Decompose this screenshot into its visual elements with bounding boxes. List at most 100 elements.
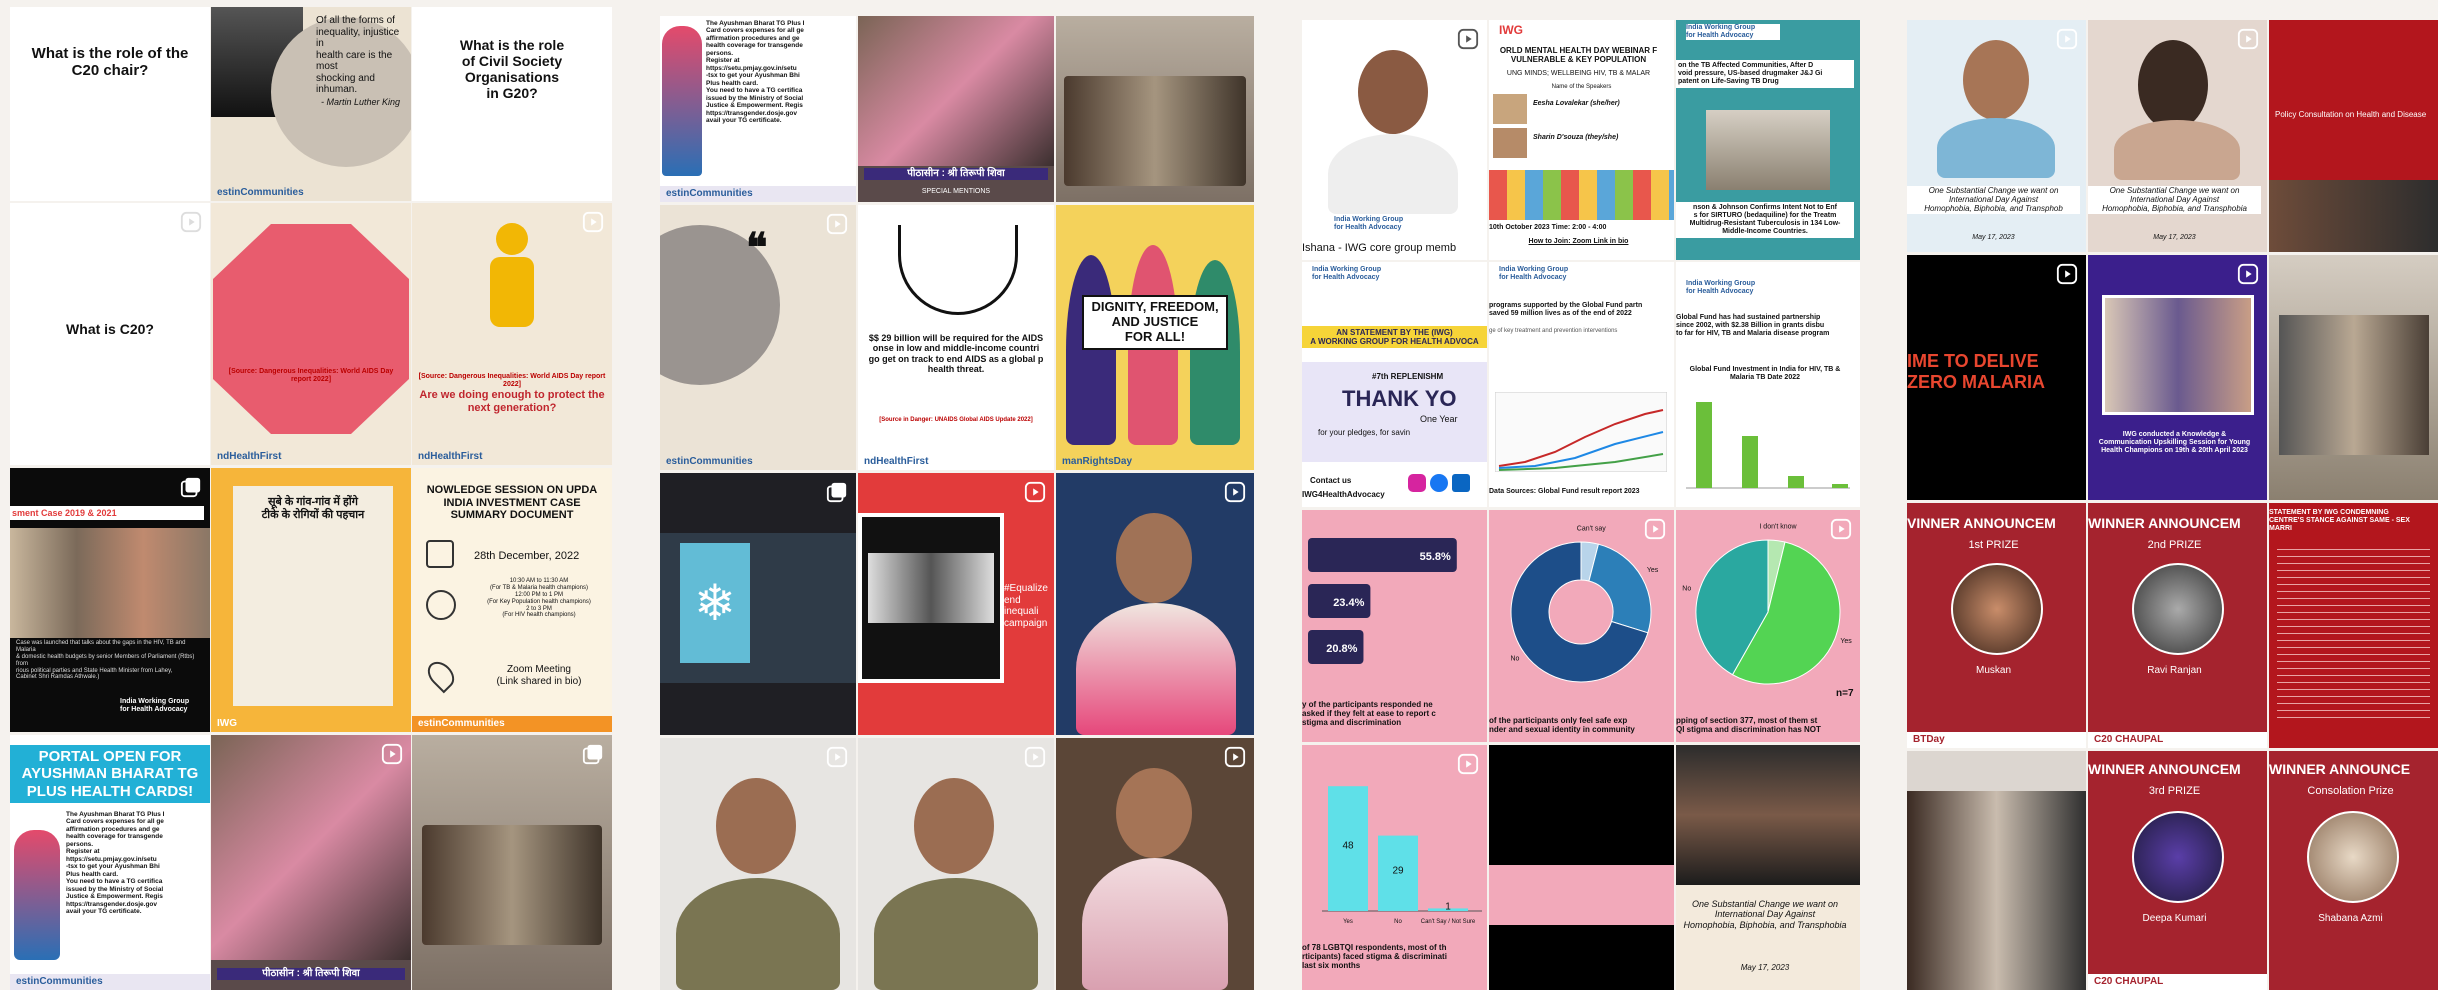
post-tile[interactable]: WINNER ANNOUNCE Consolation Prize Shaban… xyxy=(2269,751,2438,990)
org-name: India Working Group for Health Advocacy xyxy=(1334,216,1404,232)
video-still xyxy=(868,553,994,623)
post-tile[interactable] xyxy=(858,738,1054,990)
speaker-head xyxy=(1963,40,2029,120)
post-tile[interactable]: IME TO DELIVE ZERO MALARIA xyxy=(1907,255,2086,500)
post-tile[interactable] xyxy=(2269,255,2438,500)
winner-photo xyxy=(2307,811,2399,903)
event-heading: ORLD MENTAL HEALTH DAY WEBINAR F VULNERA… xyxy=(1499,46,1658,65)
quote-date: May 17, 2023 xyxy=(2153,234,2196,241)
post-tile[interactable]: STATEMENT BY IWG CONDEMNING CENTRE'S STA… xyxy=(2269,503,2438,748)
speaker-photo xyxy=(211,735,411,960)
post-tile[interactable]: What is the role of Civil Society Organi… xyxy=(412,7,612,201)
post-tile[interactable]: One Substantial Change we want on Intern… xyxy=(1907,20,2086,252)
reel-icon xyxy=(2056,28,2078,50)
prize-label: 2nd PRIZE xyxy=(2147,539,2202,551)
footer-strip: manRightsDay xyxy=(1062,456,1133,467)
post-tile[interactable]: VINNER ANNOUNCEM 1st PRIZE Muskan BTDay xyxy=(1907,503,2086,748)
speaker-photo xyxy=(1676,745,1860,885)
reel-icon xyxy=(1830,518,1852,540)
org-name: IWG xyxy=(1499,23,1523,37)
post-tile[interactable]: WINNER ANNOUNCEM 3rd PRIZE Deepa Kumari … xyxy=(2088,751,2267,990)
post-tile[interactable]: The Ayushman Bharat TG Plus I Card cover… xyxy=(660,16,856,202)
post-tile[interactable]: Can't say Yes No of the participants only … xyxy=(1489,510,1674,742)
event-subheading: UNG MINDS; WELLBEING HIV, TB & MALAR xyxy=(1506,70,1651,77)
post-tile[interactable]: पीठासीन : श्री तिरूपी शिवा xyxy=(211,735,411,990)
speaker-head xyxy=(2138,40,2208,130)
post-text: $$ 29 billion will be required for the A… xyxy=(868,333,1044,375)
post-tile[interactable] xyxy=(660,738,856,990)
post-tile[interactable]: What is the role of the C20 chair? xyxy=(10,7,210,201)
replenishment-label: #7th REPLENISHM xyxy=(1372,372,1444,381)
post-tile[interactable]: ❝ estinCommunities xyxy=(660,205,856,470)
post-tile[interactable] xyxy=(1489,745,1674,990)
survey-pie-chart: I don't know Yes No xyxy=(1682,524,1852,685)
data-label: 29 xyxy=(1392,865,1404,876)
slice-label: I don't know xyxy=(1759,524,1797,531)
post-tile[interactable]: सूबे के गांव-गांव में होंगे टीके के रोगि… xyxy=(211,468,411,732)
reel-icon xyxy=(381,743,403,765)
post-tile[interactable]: DIGNITY, FREEDOM, AND JUSTICE FOR ALL! m… xyxy=(1056,205,1254,470)
post-tile[interactable] xyxy=(1907,751,2086,990)
source-text: [Source: Dangerous Inequalities: World A… xyxy=(228,368,394,384)
post-tile[interactable]: India Working Group for Health Advocacy … xyxy=(1489,262,1674,507)
post-tile[interactable]: PORTAL OPEN FOR AYUSHMAN BHARAT TG PLUS … xyxy=(10,735,210,990)
post-tile[interactable]: IWG ORLD MENTAL HEALTH DAY WEBINAR F VUL… xyxy=(1489,20,1674,260)
post-tile[interactable] xyxy=(412,735,612,990)
meeting-photo xyxy=(2279,315,2429,455)
post-tile[interactable]: [Source: Dangerous Inequalities: World A… xyxy=(211,203,411,465)
post-tile[interactable]: I don't know Yes No n=7 pping of section 3… xyxy=(1676,510,1860,742)
post-tile[interactable]: India Working Group for Health Advocacy … xyxy=(1676,262,1860,507)
quote-author: - Martin Luther King xyxy=(321,97,401,107)
speaker-body xyxy=(676,878,840,990)
bar-malaria xyxy=(1788,476,1804,488)
post-tile[interactable]: One Substantial Change we want on Intern… xyxy=(2088,20,2267,252)
post-tile[interactable] xyxy=(1056,16,1254,202)
post-tile[interactable]: Of all the forms of inequality, injustic… xyxy=(211,7,411,201)
news-heading: on the TB Affected Communities, After D … xyxy=(1676,60,1854,89)
post-tile[interactable]: NOWLEDGE SESSION ON UPDA INDIA INVESTMEN… xyxy=(412,468,612,732)
post-text: What is the role of Civil Society Organi… xyxy=(459,37,565,102)
tick-label: Can't Say / Not Sure xyxy=(1421,919,1476,925)
group-photo xyxy=(10,528,210,638)
event-zoom: Zoom Meeting (Link shared in bio) xyxy=(496,664,582,687)
post-tile[interactable]: #Equalize end inequali campaign xyxy=(858,473,1054,735)
quote-text: One Substantial Change we want on Intern… xyxy=(1683,899,1847,930)
post-tile[interactable]: What is C20? xyxy=(10,203,210,465)
post-tile[interactable]: ❄ xyxy=(660,473,856,735)
winner-name: Muskan xyxy=(1975,665,2011,676)
post-tile[interactable]: IWG conducted a Knowledge & Communicatio… xyxy=(2088,255,2267,500)
banner-text: IME TO DELIVE ZERO MALARIA xyxy=(1907,351,2045,392)
event-heading: NOWLEDGE SESSION ON UPDA INDIA INVESTMEN… xyxy=(426,484,598,522)
meeting-photo xyxy=(1064,76,1246,186)
reel-icon xyxy=(1224,481,1246,503)
post-tile[interactable]: India Working Group for Health Advocacy … xyxy=(1676,20,1860,260)
post-tile[interactable]: 48 Yes 29 No 1 Can't Say / Not Sure of 78 LGB… xyxy=(1302,745,1487,990)
post-tile[interactable]: One Substantial Change we want on Intern… xyxy=(1676,745,1860,990)
post-tile[interactable]: पीठासीन : श्री तिरूपी शिवा SPECIAL MENTI… xyxy=(858,16,1054,202)
post-tile[interactable]: [Source: Dangerous Inequalities: World A… xyxy=(412,203,612,465)
drug-photo xyxy=(1706,110,1830,190)
post-tile[interactable]: $$ 29 billion will be required for the A… xyxy=(858,205,1054,470)
post-tile[interactable]: WINNER ANNOUNCEM 2nd PRIZE Ravi Ranjan C… xyxy=(2088,503,2267,748)
post-tile[interactable]: 55.8% 23.4% 20.8% y of the participants re… xyxy=(1302,510,1487,742)
slice-label: Yes xyxy=(1840,638,1852,645)
photo-caption: पीठासीन : श्री तिरूपी शिवा xyxy=(864,168,1048,180)
post-tile[interactable]: India Working Group for Health Advocacy … xyxy=(1302,262,1487,507)
event-photo xyxy=(2269,180,2438,252)
survey-bar-chart: 55.8% 23.4% 20.8% xyxy=(1308,538,1457,664)
post-tile[interactable] xyxy=(1056,473,1254,735)
source-text: [Source in Danger: UNAIDS Global AIDS Up… xyxy=(879,417,1033,423)
post-heading: sment Case 2019 & 2021 xyxy=(10,506,204,521)
speaker-head xyxy=(1116,513,1192,603)
survey-donut-chart: Can't say Yes No xyxy=(1510,526,1659,683)
post-tile[interactable] xyxy=(1056,738,1254,990)
stat-text: Global Fund has had sustained partnershi… xyxy=(1676,314,1830,338)
post-tile[interactable]: Policy Consultation on Health and Diseas… xyxy=(2269,20,2438,252)
carousel-icon xyxy=(180,476,202,498)
quote-text: Of all the forms of inequality, injustic… xyxy=(316,15,400,95)
post-tile[interactable]: India Working Group for Health Advocacy … xyxy=(1302,20,1487,260)
speaker-body xyxy=(1937,118,2055,178)
campaign-text: #Equalize end inequali campaign xyxy=(1004,583,1048,629)
post-tile[interactable]: sment Case 2019 & 2021 Case was launched… xyxy=(10,468,210,732)
photo-subcaption: SPECIAL MENTIONS xyxy=(921,188,991,195)
